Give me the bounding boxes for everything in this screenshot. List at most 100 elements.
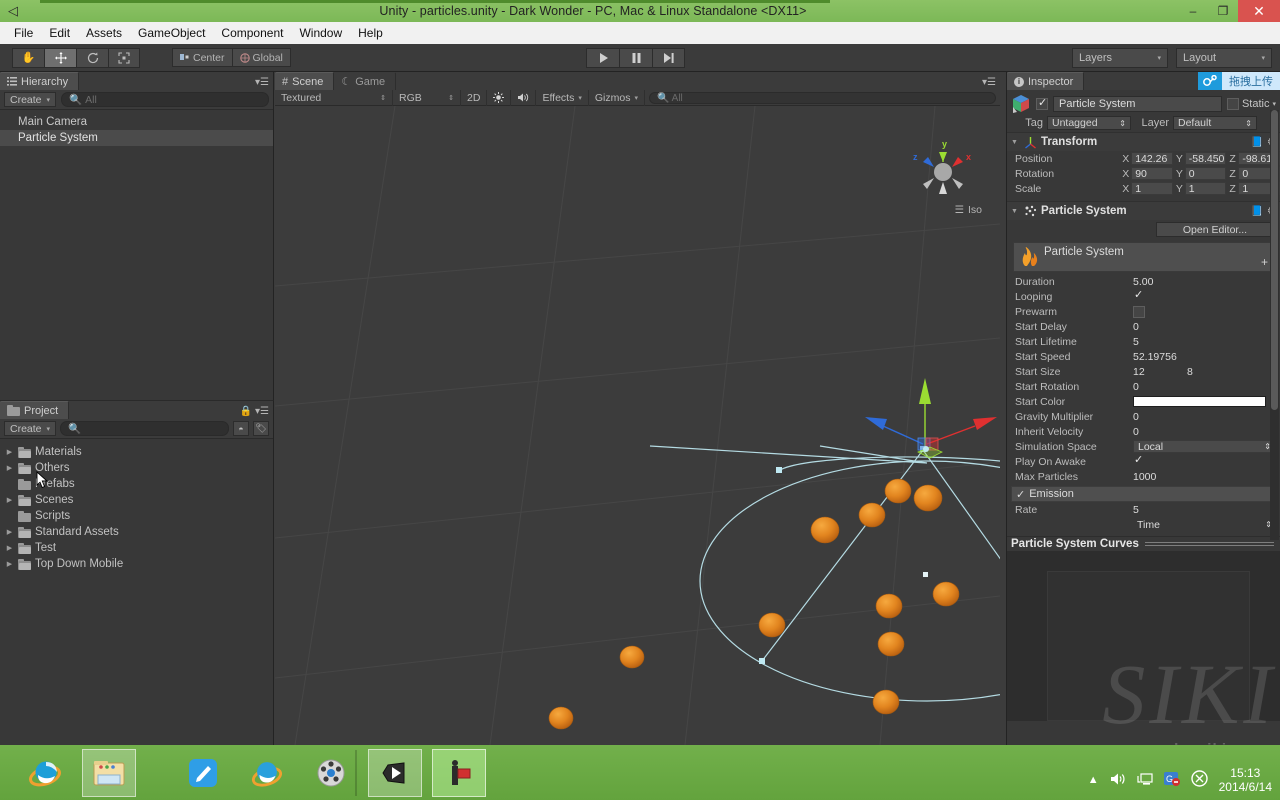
pause-button[interactable]: [619, 48, 652, 68]
help-icon[interactable]: 📘: [1251, 137, 1263, 148]
rotation-x-field[interactable]: 90: [1131, 167, 1173, 180]
prewarm-checkbox[interactable]: [1133, 305, 1145, 318]
particle-system-curves-header[interactable]: Particle System Curves: [1007, 536, 1280, 551]
project-tab-menu-icon[interactable]: 🔒 ▾☰: [240, 406, 269, 417]
taskbar-media-player[interactable]: [304, 749, 358, 797]
rotate-tool-icon[interactable]: [76, 47, 108, 68]
project-search-input[interactable]: 🔍: [60, 421, 229, 436]
taskbar-internet-explorer[interactable]: [18, 749, 72, 797]
particle-system-module-header[interactable]: Particle System +: [1013, 242, 1274, 272]
hierarchy-create-button[interactable]: Create ▾: [4, 92, 57, 107]
emission-module-header[interactable]: ✓ Emission: [1011, 486, 1276, 502]
project-item-scripts[interactable]: ▶ Scripts: [0, 508, 273, 524]
scene-orientation-gizmo[interactable]: y x z: [908, 134, 978, 204]
color-mode-dropdown[interactable]: RGB ⇕: [393, 89, 461, 106]
scene-projection-mode[interactable]: ☰ Iso: [955, 204, 982, 216]
rotation-y-field[interactable]: 0: [1184, 167, 1227, 180]
collapse-triangle-icon[interactable]: ▼: [1011, 139, 1020, 146]
prop-value[interactable]: 0: [1133, 381, 1139, 393]
network-icon[interactable]: [1137, 772, 1153, 789]
taskbar-notes-app[interactable]: [176, 749, 230, 797]
play-on-awake-checkbox[interactable]: [1133, 453, 1145, 468]
gameobject-name-field[interactable]: Particle System: [1053, 95, 1222, 112]
menu-component[interactable]: Component: [213, 22, 291, 44]
tab-inspector[interactable]: i Inspector: [1007, 72, 1085, 90]
looping-checkbox[interactable]: [1133, 288, 1145, 303]
simulation-space-dropdown[interactable]: Local ⇕: [1133, 440, 1276, 453]
static-toggle[interactable]: Static ▾: [1226, 97, 1276, 110]
scale-x-field[interactable]: 1: [1131, 182, 1173, 195]
open-editor-button[interactable]: Open Editor...: [1156, 222, 1274, 237]
scene-audio-toggle[interactable]: [511, 89, 537, 106]
expand-triangle-icon[interactable]: ▶: [5, 464, 14, 472]
scene-lighting-toggle[interactable]: [487, 89, 512, 106]
project-item-scenes[interactable]: ▶ Scenes: [0, 492, 273, 508]
prop-value[interactable]: 52.19756: [1133, 351, 1177, 363]
close-button[interactable]: ✕: [1238, 0, 1280, 22]
taskbar-file-explorer[interactable]: [82, 748, 136, 797]
tab-scene[interactable]: # Scene: [275, 72, 335, 90]
show-hidden-icons-icon[interactable]: ▲: [1088, 774, 1099, 786]
hierarchy-item-main-camera[interactable]: Main Camera: [0, 114, 273, 130]
taskbar-screen-recorder[interactable]: [432, 748, 486, 797]
rate-value[interactable]: 5: [1133, 504, 1139, 516]
project-item-test[interactable]: ▶ Test: [0, 540, 273, 556]
taskbar-unity-editor[interactable]: [368, 748, 422, 797]
prop-value-2[interactable]: 8: [1187, 366, 1193, 378]
draw-mode-dropdown[interactable]: Textured ⇕: [275, 89, 393, 106]
start-color-swatch[interactable]: [1133, 396, 1267, 407]
project-item-top-down-mobile[interactable]: ▶ Top Down Mobile: [0, 556, 273, 572]
taskbar-clock[interactable]: 15:13 2014/6/14: [1219, 766, 1272, 794]
tab-project[interactable]: Project: [0, 401, 70, 419]
transform-component-header[interactable]: ▼ Transform 📘 ⚙: [1007, 132, 1280, 151]
maximize-button[interactable]: ❐: [1208, 0, 1238, 22]
hierarchy-search-input[interactable]: 🔍 All: [61, 92, 269, 107]
menu-window[interactable]: Window: [291, 22, 350, 44]
volume-icon[interactable]: [1110, 772, 1126, 789]
chevron-down-icon[interactable]: ▾: [1272, 100, 1276, 108]
project-create-button[interactable]: Create ▾: [4, 421, 57, 436]
scale-y-field[interactable]: 1: [1184, 182, 1227, 195]
taskbar-internet-explorer-2[interactable]: [240, 749, 294, 797]
help-icon[interactable]: 📘: [1251, 206, 1263, 217]
collapse-triangle-icon[interactable]: ▼: [1011, 208, 1020, 215]
inspector-scrollbar[interactable]: [1270, 110, 1279, 540]
scene-search-input[interactable]: 🔍 All: [648, 91, 996, 104]
position-x-field[interactable]: 142.26: [1131, 152, 1173, 165]
hierarchy-item-particle-system[interactable]: Particle System: [0, 130, 273, 146]
tag-dropdown[interactable]: Untagged ⇕: [1047, 116, 1131, 130]
prop-value[interactable]: 1000: [1133, 471, 1156, 483]
menu-edit[interactable]: Edit: [41, 22, 78, 44]
gizmos-dropdown[interactable]: Gizmos ▾: [589, 89, 645, 106]
project-item-standard-assets[interactable]: ▶ Standard Assets: [0, 524, 273, 540]
prop-value[interactable]: 5: [1133, 336, 1139, 348]
menu-help[interactable]: Help: [350, 22, 391, 44]
expand-triangle-icon[interactable]: ▶: [5, 496, 14, 504]
expand-triangle-icon[interactable]: ▶: [5, 528, 14, 536]
add-module-plus-icon[interactable]: +: [1261, 255, 1268, 269]
tray-app-icon[interactable]: G: [1163, 771, 1180, 789]
layers-dropdown[interactable]: Layers ▾: [1072, 48, 1168, 68]
prop-value[interactable]: 5.00: [1133, 276, 1153, 288]
tab-game[interactable]: ☾ Game: [334, 72, 397, 90]
layer-dropdown[interactable]: Default ⇕: [1173, 116, 1257, 130]
menu-file[interactable]: File: [6, 22, 41, 44]
play-button[interactable]: [586, 48, 619, 68]
expand-triangle-icon[interactable]: ▶: [5, 448, 14, 456]
move-tool-icon[interactable]: [44, 47, 76, 68]
minimize-button[interactable]: –: [1178, 0, 1208, 22]
expand-triangle-icon[interactable]: ▶: [5, 560, 14, 568]
action-center-icon[interactable]: [1190, 770, 1208, 790]
filter-by-type-icon[interactable]: ◓: [233, 421, 249, 436]
upload-widget[interactable]: 拖拽上传: [1198, 72, 1280, 90]
emission-checkbox[interactable]: ✓: [1016, 488, 1025, 501]
particle-system-component-header[interactable]: ▼ Particle System 📘 ⚙: [1007, 201, 1280, 220]
space-mode-button[interactable]: Global: [231, 48, 291, 67]
scale-tool-icon[interactable]: [108, 47, 140, 68]
expand-triangle-icon[interactable]: ▶: [5, 544, 14, 552]
layout-dropdown[interactable]: Layout ▾: [1176, 48, 1272, 68]
menu-assets[interactable]: Assets: [78, 22, 130, 44]
menu-gameobject[interactable]: GameObject: [130, 22, 213, 44]
prop-value[interactable]: 0: [1133, 411, 1139, 423]
project-item-materials[interactable]: ▶ Materials: [0, 444, 273, 460]
